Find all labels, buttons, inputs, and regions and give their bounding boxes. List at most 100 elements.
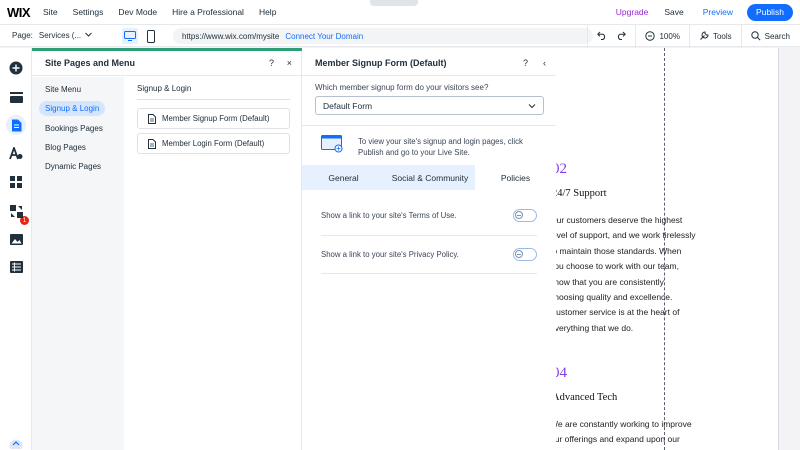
- connect-domain-link[interactable]: Connect Your Domain: [285, 32, 363, 41]
- top-bar: WIX Site Settings Dev Mode Hire a Profes…: [0, 0, 800, 24]
- close-icon[interactable]: ×: [287, 58, 292, 68]
- panel-title: Member Signup Form (Default): [315, 58, 447, 68]
- text-line: to maintain those standards. When: [550, 245, 682, 256]
- desktop-icon[interactable]: [122, 28, 138, 44]
- cms-icon[interactable]: [6, 257, 26, 277]
- redo-icon[interactable]: [616, 31, 627, 42]
- section-text[interactable]: Our customers deserve the highest level …: [550, 213, 700, 336]
- menu-help[interactable]: Help: [259, 7, 276, 17]
- nav-blog-pages[interactable]: Blog Pages: [39, 140, 92, 155]
- page-label: Page:: [12, 31, 33, 40]
- text-line: level of support, and we work tirelessly: [550, 230, 696, 241]
- form-dropdown[interactable]: Default Form: [315, 96, 544, 115]
- terms-toggle[interactable]: [513, 209, 537, 222]
- text-line: Customer service is at the heart of: [550, 307, 680, 318]
- chevron-down-icon: [528, 101, 536, 111]
- nav-bookings-pages[interactable]: Bookings Pages: [39, 121, 109, 136]
- back-icon[interactable]: ‹: [543, 58, 546, 68]
- tab-general[interactable]: General: [302, 165, 385, 190]
- option-label: Show a link to your site's Terms of Use.: [321, 211, 457, 220]
- form-question: Which member signup form do your visitor…: [315, 83, 489, 92]
- page-item-label: Member Signup Form (Default): [162, 114, 270, 123]
- zoom-control[interactable]: 100%: [635, 25, 688, 48]
- menu-site[interactable]: Site: [43, 7, 58, 17]
- page-icon: [148, 113, 156, 124]
- option-label: Show a link to your site's Privacy Polic…: [321, 250, 459, 259]
- site-url: https://www.wix.com/mysite: [182, 31, 280, 41]
- upgrade-link[interactable]: Upgrade: [616, 7, 649, 17]
- divider: [302, 125, 556, 126]
- mobile-icon[interactable]: [146, 29, 156, 43]
- design-icon[interactable]: [6, 143, 26, 163]
- editor-toolbar: Page: Services (... https://www.wix.com/…: [0, 24, 800, 48]
- privacy-policy-option: Show a link to your site's Privacy Polic…: [321, 236, 537, 273]
- menu-dev-mode[interactable]: Dev Mode: [118, 7, 157, 17]
- wix-logo[interactable]: WIX: [7, 5, 43, 20]
- panel-header: Site Pages and Menu ? ×: [32, 51, 302, 76]
- dropdown-value: Default Form: [323, 100, 373, 111]
- text-line: everything that we do.: [550, 322, 634, 333]
- search-button[interactable]: Search: [740, 25, 800, 48]
- help-icon[interactable]: ?: [523, 58, 528, 68]
- section-text[interactable]: We are constantly working to improve our…: [550, 417, 700, 448]
- text-line: Our customers deserve the highest: [550, 215, 683, 225]
- tab-social-community[interactable]: Social & Community: [385, 165, 475, 190]
- form-settings-panel: Member Signup Form (Default) ? ‹ Which m…: [302, 48, 556, 450]
- add-elements-icon[interactable]: [6, 58, 26, 78]
- publish-button[interactable]: Publish: [747, 3, 793, 21]
- page-selector[interactable]: Services (...: [39, 31, 81, 40]
- text-line: our offerings and expand upon our: [550, 434, 680, 445]
- undo-icon[interactable]: [597, 31, 607, 42]
- zoom-out-icon[interactable]: [645, 30, 656, 43]
- page-item-label: Member Login Form (Default): [162, 139, 265, 148]
- nav-site-menu[interactable]: Site Menu: [39, 82, 87, 97]
- drag-handle[interactable]: [370, 0, 418, 6]
- settings-tabs: General Social & Community Policies: [302, 165, 556, 190]
- tools-button[interactable]: Tools: [688, 25, 741, 48]
- nav-signup-login[interactable]: Signup & Login: [39, 101, 106, 116]
- tools-icon: [699, 30, 709, 43]
- search-label: Search: [764, 32, 790, 41]
- pages-icon[interactable]: [6, 115, 26, 135]
- text-line: choosing quality and excellence.: [550, 292, 673, 303]
- section-heading[interactable]: Advanced Tech: [552, 392, 617, 403]
- section-heading[interactable]: 24/7 Support: [552, 188, 607, 199]
- page-item-login-form[interactable]: Member Login Form (Default): [137, 133, 290, 154]
- save-button[interactable]: Save: [664, 7, 683, 17]
- media-icon[interactable]: [6, 229, 26, 249]
- apps-icon[interactable]: [6, 172, 26, 192]
- info-text: To view your site's signup and login pag…: [358, 137, 523, 157]
- toggle-knob: [515, 211, 523, 219]
- tools-label: Tools: [712, 32, 732, 41]
- page-icon: [148, 138, 156, 149]
- search-icon: [750, 30, 761, 43]
- zoom-level: 100%: [659, 32, 680, 41]
- canvas-margin: [778, 48, 800, 450]
- add-section-icon[interactable]: [6, 87, 26, 107]
- text-line: know that you are consistently: [550, 276, 664, 287]
- panel-header: Member Signup Form (Default) ? ‹: [302, 51, 556, 76]
- help-icon[interactable]: ?: [269, 58, 274, 68]
- section-title: Signup & Login: [137, 84, 192, 93]
- page-item-signup-form[interactable]: Member Signup Form (Default): [137, 108, 290, 129]
- chevron-down-icon[interactable]: [85, 32, 92, 39]
- menu-settings[interactable]: Settings: [73, 7, 104, 17]
- panel-title: Site Pages and Menu: [45, 58, 136, 68]
- privacy-toggle[interactable]: [513, 248, 537, 261]
- left-rail: 1: [0, 48, 32, 450]
- text-line: We are constantly working to improve: [550, 419, 692, 429]
- browser-illustration-icon: [321, 135, 344, 158]
- text-line: you choose to work with our team,: [550, 261, 679, 272]
- pages-nav: Site Menu Signup & Login Bookings Pages …: [32, 77, 124, 450]
- terms-of-use-option: Show a link to your site's Terms of Use.: [321, 197, 537, 234]
- url-bar[interactable]: https://www.wix.com/mysite Connect Your …: [173, 28, 593, 44]
- tab-policies[interactable]: Policies: [475, 165, 556, 190]
- nav-dynamic-pages[interactable]: Dynamic Pages: [39, 159, 107, 174]
- help-assistant-icon[interactable]: [6, 434, 26, 450]
- site-pages-panel: Site Pages and Menu ? × Site Menu Signup…: [32, 48, 556, 450]
- top-menu: Site Settings Dev Mode Hire a Profession…: [43, 7, 291, 17]
- preview-button[interactable]: Preview: [703, 7, 733, 17]
- menu-hire-professional[interactable]: Hire a Professional: [172, 7, 244, 17]
- undo-redo-group: [587, 25, 635, 48]
- business-tools-icon[interactable]: [6, 201, 26, 221]
